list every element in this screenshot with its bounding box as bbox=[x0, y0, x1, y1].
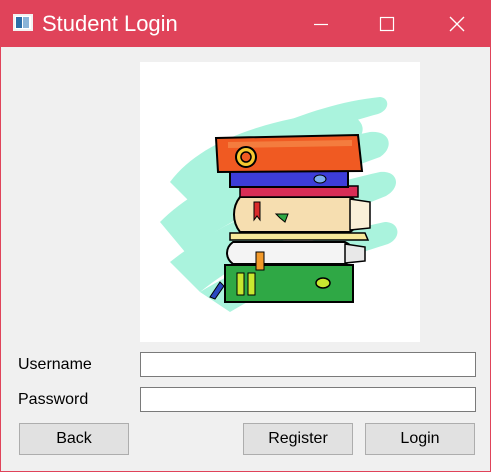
login-button[interactable]: Login bbox=[365, 423, 475, 455]
username-label: Username bbox=[18, 356, 92, 373]
back-button[interactable]: Back bbox=[19, 423, 129, 455]
login-window: Student Login Username Password Back Reg… bbox=[0, 0, 491, 472]
minimize-icon bbox=[314, 23, 328, 26]
stack-of-books-icon bbox=[160, 97, 398, 312]
minimize-button[interactable] bbox=[298, 1, 344, 47]
close-icon bbox=[449, 16, 465, 32]
books-illustration bbox=[140, 62, 420, 342]
window-app-icon bbox=[13, 14, 33, 31]
password-input[interactable] bbox=[140, 387, 476, 412]
username-input[interactable] bbox=[140, 352, 476, 377]
close-button[interactable] bbox=[434, 1, 480, 47]
maximize-icon bbox=[379, 16, 395, 32]
register-button[interactable]: Register bbox=[243, 423, 353, 455]
title-bar[interactable]: Student Login bbox=[1, 1, 490, 47]
maximize-button[interactable] bbox=[364, 1, 410, 47]
password-label: Password bbox=[18, 391, 89, 408]
window-title: Student Login bbox=[42, 11, 178, 36]
